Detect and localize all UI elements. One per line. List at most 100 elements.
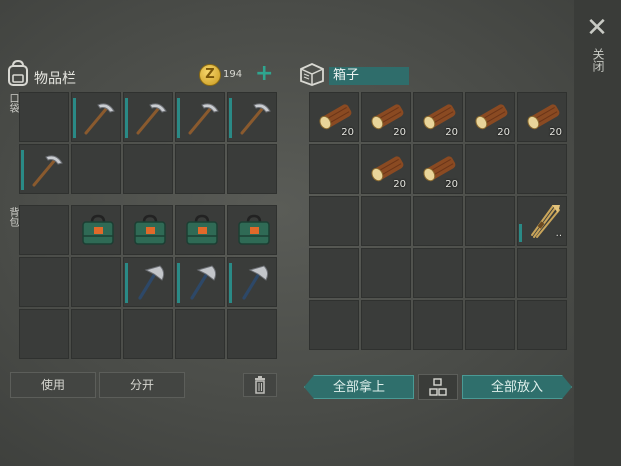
pickaxe-icon	[188, 103, 219, 135]
toolbox-icon	[82, 214, 114, 245]
pocket-slot[interactable]	[175, 144, 225, 194]
chest-title: 箱子	[329, 67, 409, 85]
backpack-icon	[8, 60, 28, 86]
durability-bar	[125, 263, 128, 303]
inventory-title: 物品栏	[34, 71, 76, 87]
pocket-slot[interactable]	[123, 144, 173, 194]
chest-slot[interactable]: 20	[361, 144, 411, 194]
take-all-button[interactable]: 全部拿上	[304, 375, 414, 399]
pickaxe-icon	[84, 103, 115, 135]
toolbox-icon	[134, 214, 166, 245]
pocket-slot[interactable]	[71, 92, 121, 142]
pocket-label: 口袋	[7, 93, 18, 113]
pocket-slot[interactable]	[175, 92, 225, 142]
add-coins-button[interactable]: +	[255, 62, 273, 86]
chest-slot[interactable]: 20	[465, 92, 515, 142]
chest-slot[interactable]	[413, 196, 463, 246]
backpack-slot[interactable]	[19, 257, 69, 307]
backpack-slot[interactable]	[227, 309, 277, 359]
chest-slot[interactable]: 20	[361, 92, 411, 142]
item-quantity: 20	[497, 127, 510, 138]
chest-slot[interactable]	[361, 300, 411, 350]
pocket-slot[interactable]	[123, 92, 173, 142]
coin-icon: Z	[199, 64, 221, 86]
durability-bar	[519, 224, 522, 242]
backpack-slot[interactable]	[175, 309, 225, 359]
pickaxe-icon	[32, 155, 63, 187]
chest-slot[interactable]	[517, 144, 567, 194]
item-quantity: 20	[445, 179, 458, 190]
close-label[interactable]: 关闭	[590, 48, 605, 72]
durability-bar	[229, 98, 232, 138]
item-quantity: 20	[393, 127, 406, 138]
chest-slot[interactable]	[465, 144, 515, 194]
backpack-slot[interactable]	[227, 257, 277, 307]
pocket-grid	[19, 92, 277, 194]
pocket-slot[interactable]	[227, 92, 277, 142]
chest-slot[interactable]: ··	[517, 196, 567, 246]
chest-slot[interactable]	[361, 248, 411, 298]
trash-icon	[255, 376, 265, 394]
chest-slot[interactable]	[517, 248, 567, 298]
backpack-slot[interactable]	[175, 205, 225, 255]
trash-button[interactable]	[243, 373, 277, 397]
hatchet-icon	[138, 265, 165, 300]
put-all-button[interactable]: 全部放入	[462, 375, 572, 399]
durability-bar	[229, 263, 232, 303]
chest-slot[interactable]	[309, 300, 359, 350]
backpack-slot[interactable]	[123, 205, 173, 255]
chest-slot[interactable]	[309, 196, 359, 246]
chest-slot[interactable]	[309, 144, 359, 194]
durability-bar	[125, 98, 128, 138]
toolbox-icon	[186, 214, 218, 245]
chest-slot[interactable]: 20	[413, 92, 463, 142]
chest-slot[interactable]: 20	[309, 92, 359, 142]
coin-count: 194	[223, 69, 243, 80]
sort-icon	[429, 378, 447, 396]
close-icon[interactable]: ✕	[585, 15, 609, 41]
split-button[interactable]: 分开	[99, 372, 185, 398]
use-button[interactable]: 使用	[10, 372, 96, 398]
chest-slot[interactable]	[517, 300, 567, 350]
chest-slot[interactable]: 20	[517, 92, 567, 142]
backpack-slot[interactable]	[71, 309, 121, 359]
hatchet-icon	[190, 265, 217, 300]
backpack-slot[interactable]	[19, 309, 69, 359]
item-quantity: 20	[549, 127, 562, 138]
backpack-slot[interactable]	[123, 309, 173, 359]
chest-slot[interactable]	[361, 196, 411, 246]
backpack-slot[interactable]	[175, 257, 225, 307]
hatchet-icon	[242, 265, 269, 300]
backpack-slot[interactable]	[123, 257, 173, 307]
pickaxe-icon	[136, 103, 167, 135]
chest-slot[interactable]	[465, 248, 515, 298]
item-quantity: 20	[445, 127, 458, 138]
chest-grid: 20 20 20 20 20 20 20 ··	[309, 92, 567, 358]
sort-button[interactable]	[418, 374, 458, 400]
chest-slot[interactable]	[465, 196, 515, 246]
backpack-slot[interactable]	[227, 205, 277, 255]
backpack-slot[interactable]	[71, 205, 121, 255]
toolbox-icon	[238, 214, 270, 245]
pocket-slot[interactable]	[71, 144, 121, 194]
item-quantity: 20	[341, 127, 354, 138]
durability-bar	[177, 98, 180, 138]
backpack-grid	[19, 205, 277, 359]
item-quantity: ··	[555, 231, 562, 242]
chest-slot[interactable]: 20	[413, 144, 463, 194]
pocket-slot[interactable]	[227, 144, 277, 194]
chest-slot[interactable]	[413, 248, 463, 298]
durability-bar	[73, 98, 76, 138]
chest-slot[interactable]	[465, 300, 515, 350]
chest-slot[interactable]	[413, 300, 463, 350]
pocket-slot[interactable]	[19, 144, 69, 194]
durability-bar	[177, 263, 180, 303]
chest-slot[interactable]	[309, 248, 359, 298]
backpack-slot[interactable]	[71, 257, 121, 307]
backpack-slot[interactable]	[19, 205, 69, 255]
crate-icon	[300, 63, 324, 86]
pickaxe-icon	[240, 103, 271, 135]
durability-bar	[21, 150, 24, 190]
pocket-slot[interactable]	[19, 92, 69, 142]
item-quantity: 20	[393, 179, 406, 190]
